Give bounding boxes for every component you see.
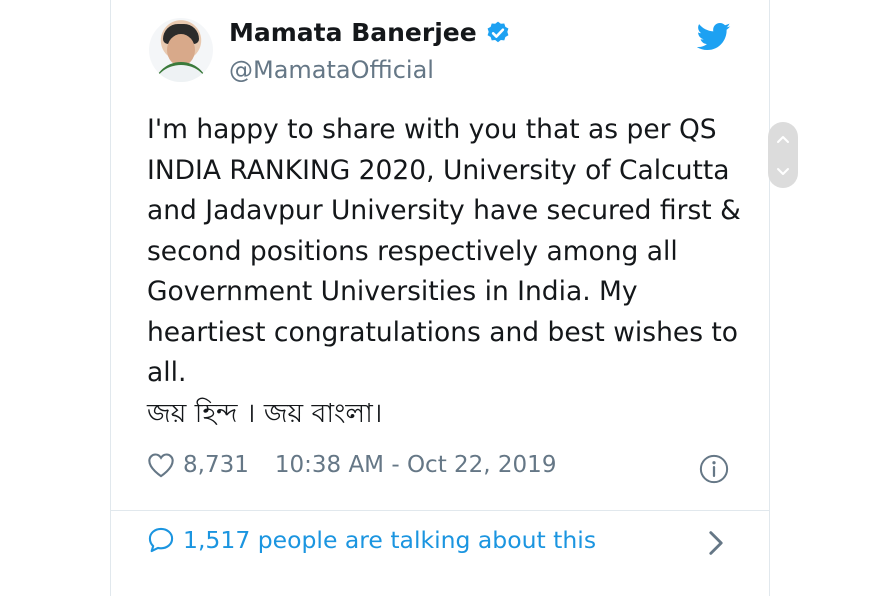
heart-icon[interactable] (147, 452, 175, 478)
avatar-body (153, 62, 209, 82)
chevron-down-icon[interactable] (776, 167, 790, 177)
tweet-text: I'm happy to share with you that as per … (147, 114, 741, 429)
avatar[interactable] (149, 18, 213, 82)
author-name[interactable]: Mamata Banerjee (229, 18, 477, 47)
chevron-right-icon[interactable] (707, 530, 725, 556)
scroll-control[interactable] (768, 122, 798, 188)
author-row: Mamata Banerjee (229, 18, 511, 47)
tweet-timestamp[interactable]: 10:38 AM - Oct 22, 2019 (275, 452, 557, 478)
info-icon[interactable] (699, 454, 729, 484)
chevron-up-icon[interactable] (776, 134, 790, 144)
twitter-bird-icon[interactable] (697, 22, 731, 52)
speech-bubble-icon (148, 527, 174, 553)
conversation-link[interactable]: 1,517 people are talking about this (147, 526, 596, 554)
tweet-meta: 8,731 10:38 AM - Oct 22, 2019 (147, 452, 556, 478)
tweet-card: Mamata Banerjee @MamataOfficial I'm happ… (110, 0, 770, 596)
like-count[interactable]: 8,731 (183, 452, 249, 478)
divider (111, 510, 769, 511)
verified-badge-icon (487, 21, 509, 42)
author-handle[interactable]: @MamataOfficial (229, 56, 434, 84)
talking-about-text[interactable]: 1,517 people are talking about this (183, 526, 596, 554)
